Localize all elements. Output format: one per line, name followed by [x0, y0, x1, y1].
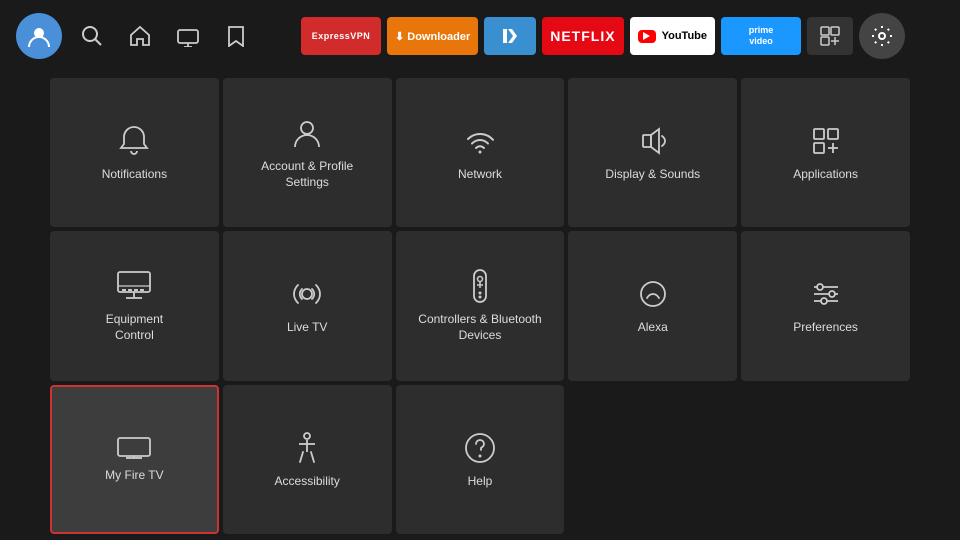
- grid-item-preferences[interactable]: Preferences: [741, 231, 910, 380]
- display-label: Display & Sounds: [605, 167, 700, 183]
- notifications-label: Notifications: [102, 167, 167, 183]
- topbar-left: [16, 13, 254, 59]
- grid-item-myfiretv[interactable]: My Fire TV: [50, 385, 219, 534]
- livetv-label: Live TV: [287, 320, 327, 336]
- applications-label: Applications: [793, 167, 858, 183]
- monitor-icon: [114, 268, 154, 304]
- equipment-label: EquipmentControl: [106, 312, 163, 343]
- grid-item-accessibility[interactable]: Accessibility: [223, 385, 392, 534]
- topbar: ExpressVPN ⬇ Downloader NETFLIX YouTube …: [0, 0, 960, 72]
- preferences-label: Preferences: [793, 320, 858, 336]
- grid-item-livetv[interactable]: Live TV: [223, 231, 392, 380]
- app-downloader[interactable]: ⬇ Downloader: [387, 17, 478, 55]
- myfiretv-label: My Fire TV: [105, 468, 163, 484]
- topbar-apps: ExpressVPN ⬇ Downloader NETFLIX YouTube …: [262, 13, 944, 59]
- app-grid[interactable]: [807, 17, 853, 55]
- grid-item-help[interactable]: Help: [396, 385, 565, 534]
- help-label: Help: [468, 474, 493, 490]
- settings-button[interactable]: [859, 13, 905, 59]
- network-label: Network: [458, 167, 502, 183]
- account-label: Account & ProfileSettings: [261, 159, 353, 190]
- controllers-label: Controllers & BluetoothDevices: [418, 312, 541, 343]
- accessibility-label: Accessibility: [275, 474, 340, 490]
- sliders-icon: [808, 276, 844, 312]
- grid-item-display[interactable]: Display & Sounds: [568, 78, 737, 227]
- help-icon: [462, 430, 498, 466]
- home-icon[interactable]: [122, 18, 158, 54]
- antenna-icon: [289, 276, 325, 312]
- remote-icon: [466, 268, 494, 304]
- grid-item-alexa[interactable]: Alexa: [568, 231, 737, 380]
- app-expressvpn[interactable]: ExpressVPN: [301, 17, 381, 55]
- avatar[interactable]: [16, 13, 62, 59]
- accessibility-icon: [289, 430, 325, 466]
- bookmark-icon[interactable]: [218, 18, 254, 54]
- grid-item-account[interactable]: Account & ProfileSettings: [223, 78, 392, 227]
- app-netflix[interactable]: NETFLIX: [542, 17, 623, 55]
- apps-icon: [808, 123, 844, 159]
- grid-item-applications[interactable]: Applications: [741, 78, 910, 227]
- firetv-icon: [116, 436, 152, 460]
- speaker-icon: [635, 123, 671, 159]
- grid-empty-1: [568, 385, 737, 534]
- app-prime[interactable]: primevideo: [721, 17, 801, 55]
- grid-item-controllers[interactable]: Controllers & BluetoothDevices: [396, 231, 565, 380]
- app-tubi[interactable]: [484, 17, 536, 55]
- grid-item-equipment[interactable]: EquipmentControl: [50, 231, 219, 380]
- grid-item-notifications[interactable]: Notifications: [50, 78, 219, 227]
- wifi-icon: [462, 123, 498, 159]
- grid-empty-2: [741, 385, 910, 534]
- app-youtube[interactable]: YouTube: [630, 17, 715, 55]
- settings-grid: Notifications Account & ProfileSettings …: [0, 72, 960, 540]
- tv-icon[interactable]: [170, 18, 206, 54]
- alexa-icon: [635, 276, 671, 312]
- search-icon[interactable]: [74, 18, 110, 54]
- grid-item-network[interactable]: Network: [396, 78, 565, 227]
- bell-icon: [116, 123, 152, 159]
- alexa-label: Alexa: [638, 320, 668, 336]
- person-icon: [289, 115, 325, 151]
